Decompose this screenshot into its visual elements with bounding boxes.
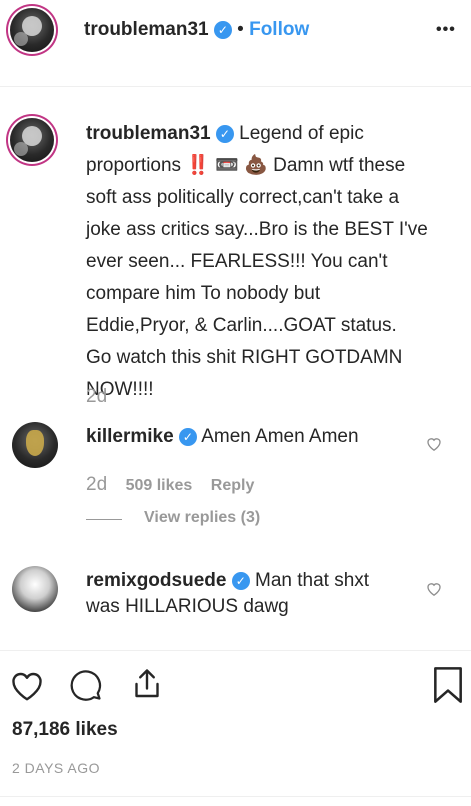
footer-divider xyxy=(0,796,471,797)
header-username[interactable]: troubleman31 xyxy=(84,19,209,40)
comment-row: remixgodsuede ✓ Man that shxt was HILLAR… xyxy=(86,568,369,620)
caption-text-line: soft ass politically correct,can't take … xyxy=(86,187,400,208)
like-comment-heart-icon[interactable] xyxy=(426,436,442,451)
comment-avatar[interactable] xyxy=(12,422,58,468)
comment-timestamp[interactable]: 2d xyxy=(86,474,107,495)
comment-likes[interactable]: 509 likes xyxy=(126,477,193,494)
comments-divider xyxy=(0,650,471,651)
caption-text-line: NOW!!!! xyxy=(86,379,154,400)
verified-badge-icon: ✓ xyxy=(231,572,250,590)
post-header: troubleman31 ✓ • Follow xyxy=(84,17,309,43)
caption-text-line: joke ass critics say...Bro is the BEST I… xyxy=(86,219,428,240)
caption-username[interactable]: troubleman31 xyxy=(86,123,211,144)
comment-text: Amen Amen Amen xyxy=(201,426,359,447)
header-separator: • xyxy=(237,19,244,40)
comment-text: Man that shxt xyxy=(255,570,370,591)
like-heart-icon[interactable] xyxy=(9,668,45,702)
comment-avatar[interactable] xyxy=(12,566,58,612)
verified-badge-icon: ✓ xyxy=(178,428,197,446)
more-options-icon[interactable]: ••• xyxy=(436,17,456,43)
view-replies-button[interactable]: View replies (3) xyxy=(144,509,260,527)
comment-username[interactable]: remixgodsuede xyxy=(86,570,226,591)
comment-text: was HILLARIOUS dawg xyxy=(86,596,289,617)
likes-count[interactable]: 87,186 likes xyxy=(12,719,118,741)
comment-meta: 2d 509 likes Reply xyxy=(86,474,254,496)
comment-username[interactable]: killermike xyxy=(86,426,174,447)
caption-avatar[interactable] xyxy=(10,118,54,162)
caption-timestamp[interactable]: 2d xyxy=(86,386,107,408)
caption-text-line: Legend of epic xyxy=(239,123,364,144)
caption-text-line: ever seen... FEARLESS!!! You can't xyxy=(86,251,388,272)
header-divider xyxy=(0,86,471,87)
like-comment-heart-icon[interactable] xyxy=(426,581,442,596)
caption-text-line: proportions ‼️ 📼 💩 Damn wtf these xyxy=(86,155,406,176)
comment-row: killermike ✓ Amen Amen Amen xyxy=(86,424,359,450)
comment-bubble-icon[interactable] xyxy=(69,668,103,702)
caption-text-line: compare him To nobody but xyxy=(86,283,321,304)
verified-badge-icon: ✓ xyxy=(213,21,232,39)
caption-text-line: Eddie,Pryor, & Carlin....GOAT status. xyxy=(86,315,397,336)
verified-badge-icon: ✓ xyxy=(215,125,234,143)
view-replies-line xyxy=(86,519,122,520)
caption-text-line: Go watch this shit RIGHT GOTDAMN xyxy=(86,347,403,368)
reply-button[interactable]: Reply xyxy=(211,477,255,494)
header-avatar[interactable] xyxy=(10,8,54,52)
post-date: 2 DAYS AGO xyxy=(12,760,100,776)
share-upload-icon[interactable] xyxy=(129,666,165,702)
follow-button[interactable]: Follow xyxy=(249,19,309,40)
caption-body: troubleman31 ✓ Legend of epic proportion… xyxy=(86,118,466,406)
bookmark-save-icon[interactable] xyxy=(432,666,464,704)
